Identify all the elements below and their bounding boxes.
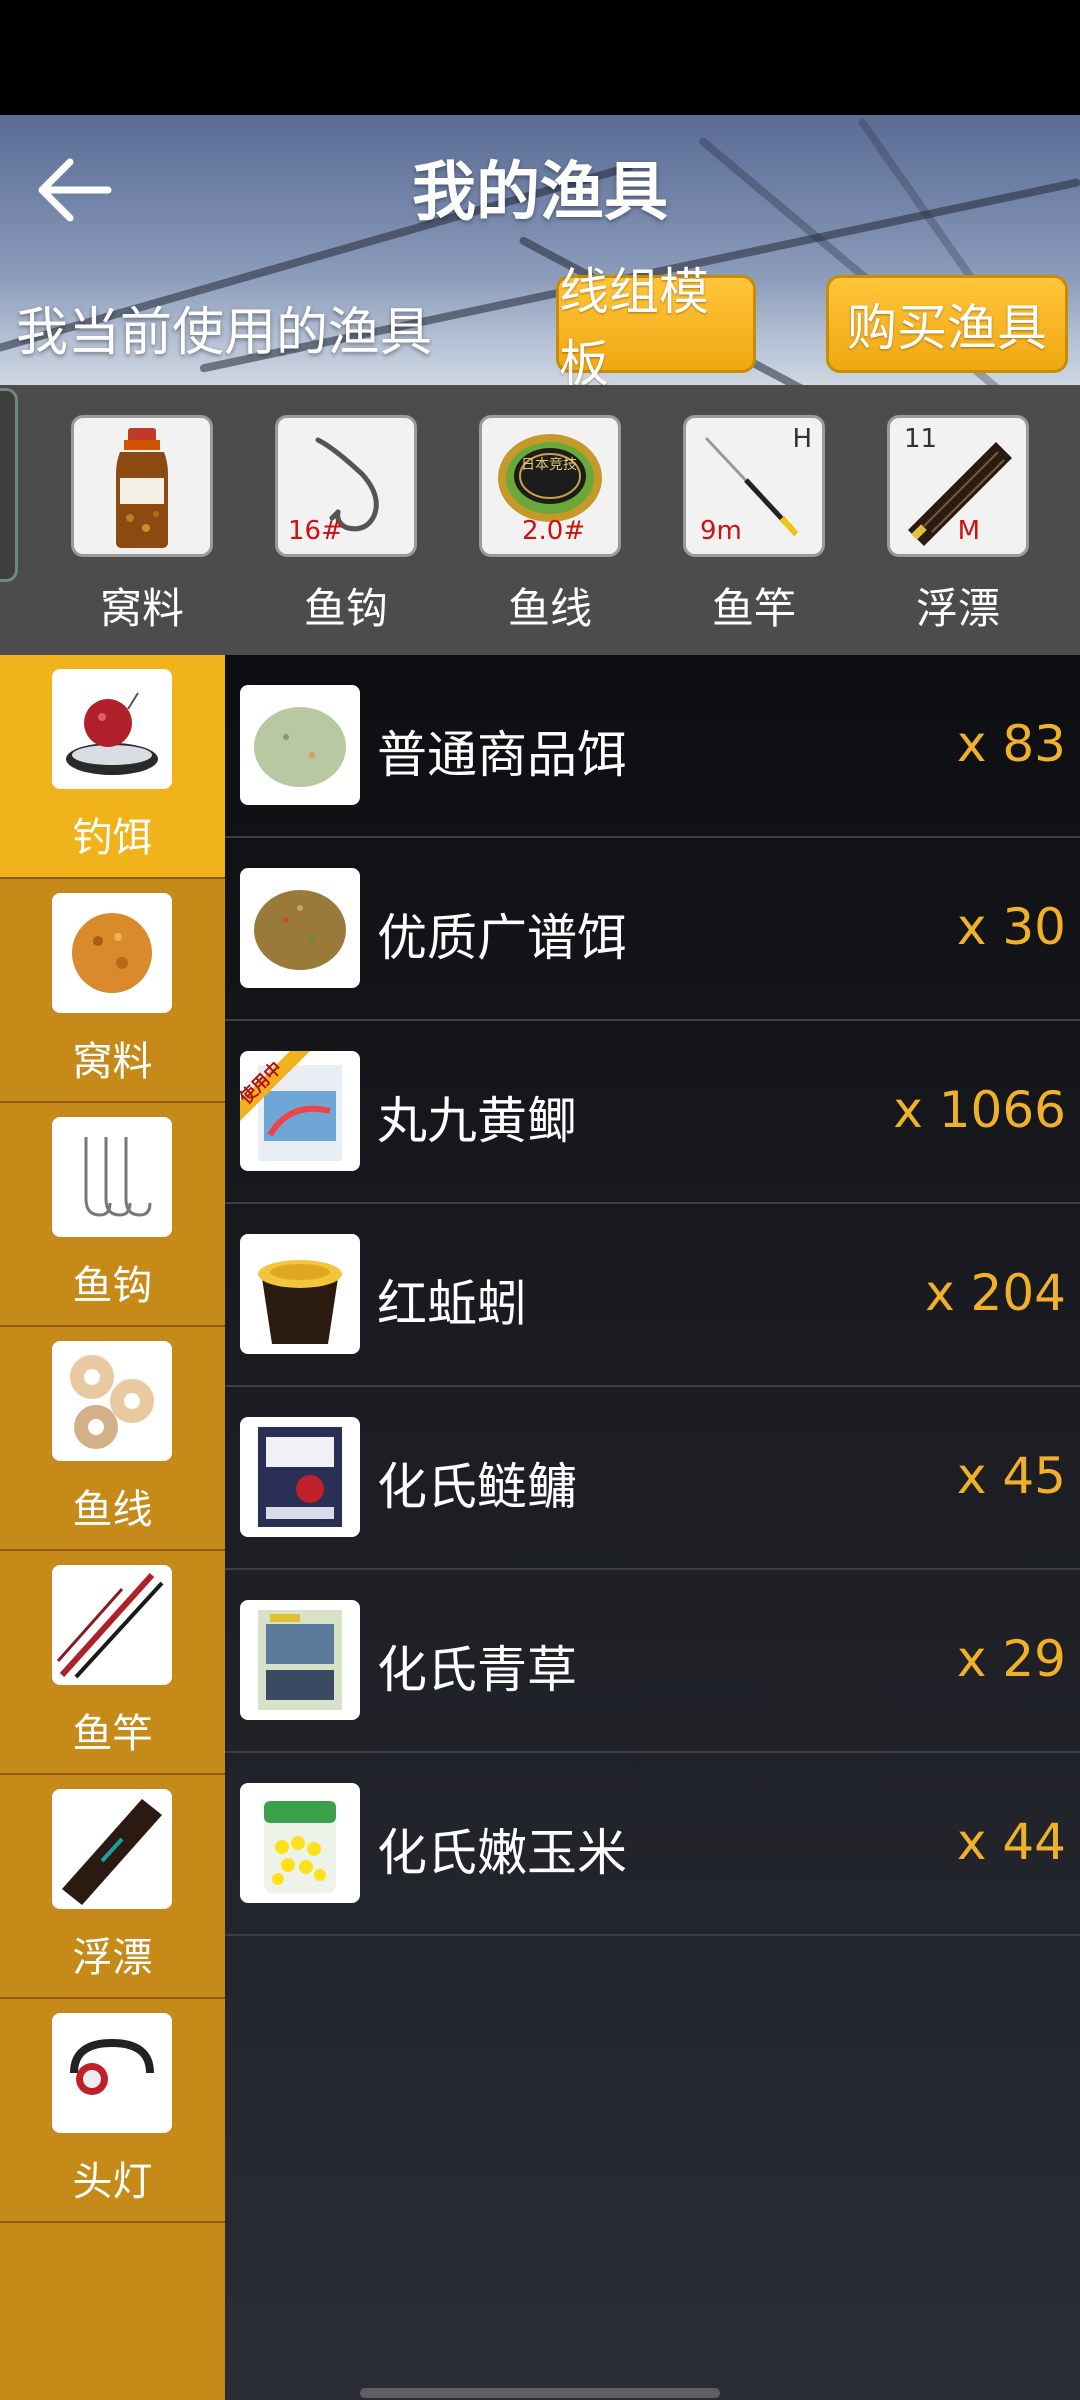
item-quantity: x 83 [956,715,1066,773]
fishing-line-icon [70,1355,154,1449]
line-template-button[interactable]: 线组模板 [556,263,756,385]
rod-length-tag: 9m [700,516,742,546]
buy-gear-button[interactable]: 购买渔具 [826,275,1068,373]
gear-label: 鱼钩 [303,584,388,633]
item-quantity: x 1066 [893,1081,1066,1139]
bait-bag-blue-icon [258,1610,342,1710]
item-quantity: x 44 [956,1813,1066,1871]
item-name: 丸九黄鲫 [377,1092,577,1150]
headlamp-icon [70,2038,154,2095]
brown-bait-ball-icon [254,890,346,970]
hooks-icon [84,1137,152,1217]
scroll-edge [0,388,18,582]
category-sidebar: 钓饵 窝料 鱼钩 鱼线 鱼竿 浮漂 头灯 [0,655,225,2400]
category-label: 钓饵 [72,815,153,861]
bobber-icon [62,1799,162,1905]
category-groundbait[interactable]: 窝料 [0,879,225,1103]
list-item[interactable]: 优质广谱饵 x 30 [225,838,1080,1021]
line-size-tag: 2.0# [522,516,586,546]
equipped-rod[interactable]: H 9m 鱼竿 [683,415,825,636]
green-bait-ball-icon [254,707,346,787]
item-quantity: x 45 [956,1447,1066,1505]
rod-grade-tag: H [792,424,812,454]
category-label: 窝料 [72,1039,153,1085]
equipped-line[interactable]: 日本竞技 2.0# 鱼线 [479,415,621,636]
item-name: 化氏嫩玉米 [377,1824,627,1882]
category-label: 鱼竿 [72,1711,153,1757]
bait-bag-icon [258,1427,342,1527]
gear-label: 鱼线 [507,584,592,633]
item-name: 优质广谱饵 [377,909,627,967]
item-name: 红蚯蚓 [377,1275,527,1333]
bait-list: 普通商品饵 x 83 优质广谱饵 x 30 使用中 丸九黄鲫 x 1066 红蚯… [225,655,1080,2400]
category-rod[interactable]: 鱼竿 [0,1551,225,1775]
equipped-gear-bar: 窝料 16# 鱼钩 日本竞技 2.0# 鱼线 H 9m 鱼竿 11 M 浮漂 [0,385,1080,655]
float-number-tag: 11 [904,424,938,454]
category-headlamp[interactable]: 头灯 [0,1999,225,2223]
equipped-hook[interactable]: 16# 鱼钩 [275,415,417,636]
list-item[interactable]: 使用中 丸九黄鲫 x 1066 [225,1021,1080,1204]
item-quantity: x 204 [925,1264,1066,1322]
groundbait-icon [72,913,152,993]
item-name: 化氏鲢鳙 [377,1458,577,1516]
list-item[interactable]: 普通商品饵 x 83 [225,655,1080,838]
bait-bottle-icon [116,428,168,548]
float-size-tag: M [957,516,980,546]
status-bar [0,0,1080,115]
category-label: 头灯 [72,2159,153,2205]
worm-cup-icon [258,1260,342,1344]
bait-icon [66,692,158,775]
home-indicator[interactable] [360,2388,720,2398]
item-quantity: x 30 [956,898,1066,956]
spool-text: 日本竞技 [521,457,577,473]
category-bait[interactable]: 钓饵 [0,655,225,879]
category-label: 鱼线 [72,1487,153,1533]
item-name: 普通商品饵 [377,726,627,784]
category-line[interactable]: 鱼线 [0,1327,225,1551]
page-title: 我的渔具 [412,156,668,230]
equipped-float[interactable]: 11 M 浮漂 [887,415,1029,636]
item-quantity: x 29 [956,1630,1066,1688]
equipped-groundbait[interactable]: 窝料 [71,415,213,636]
category-float[interactable]: 浮漂 [0,1775,225,1999]
gear-label: 浮漂 [915,584,1000,633]
list-item[interactable]: 化氏青草 x 29 [225,1570,1080,1753]
current-gear-heading: 我当前使用的渔具 [16,303,433,363]
list-item[interactable]: 红蚯蚓 x 204 [225,1204,1080,1387]
category-label: 鱼钩 [72,1263,153,1309]
gear-label: 鱼竿 [711,584,796,633]
fishing-rod-icon [56,1572,164,1679]
list-item[interactable]: 化氏鲢鳙 x 45 [225,1387,1080,1570]
item-name: 化氏青草 [377,1641,577,1699]
list-item[interactable]: 化氏嫩玉米 x 44 [225,1753,1080,1936]
hook-size-tag: 16# [288,516,343,546]
header-banner: 我的渔具 我当前使用的渔具 线组模板 购买渔具 [0,115,1080,385]
category-hooks[interactable]: 鱼钩 [0,1103,225,1327]
category-label: 浮漂 [72,1935,153,1981]
gear-label: 窝料 [99,584,184,633]
corn-jar-icon [264,1801,336,1893]
